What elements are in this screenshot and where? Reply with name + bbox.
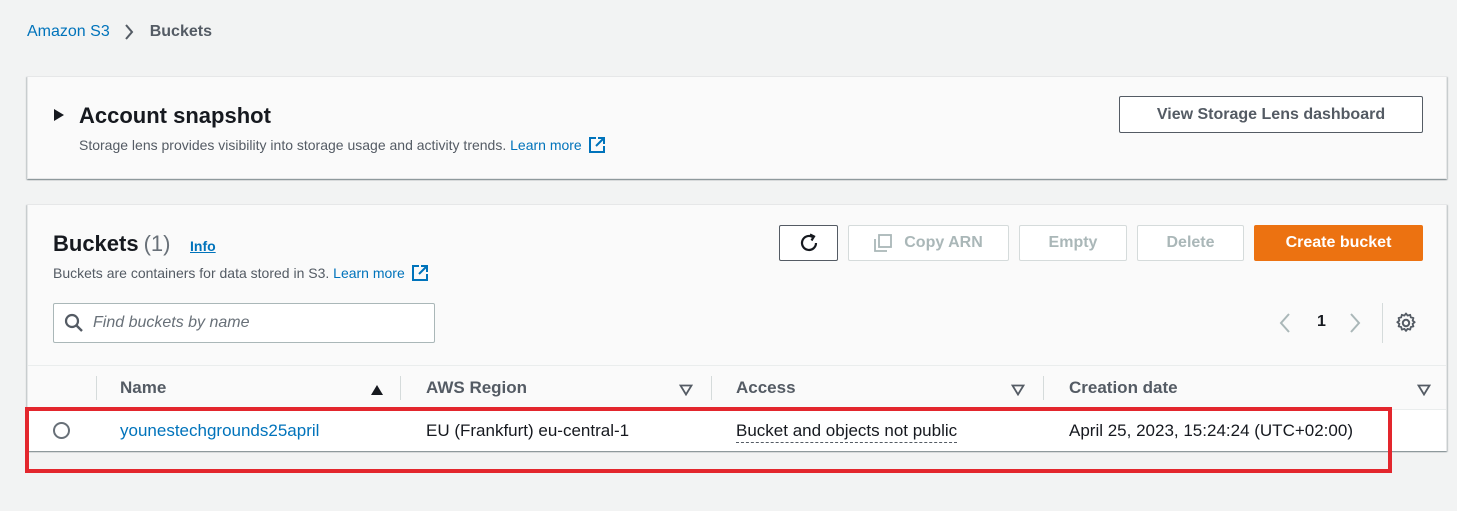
account-snapshot-description: Storage lens provides visibility into st… bbox=[79, 136, 606, 154]
expand-caret-icon[interactable] bbox=[53, 108, 67, 124]
copy-icon bbox=[874, 234, 893, 252]
refresh-icon bbox=[800, 233, 817, 252]
external-link-icon[interactable] bbox=[588, 136, 606, 154]
empty-button[interactable]: Empty bbox=[1019, 225, 1127, 261]
column-header-name[interactable]: Name bbox=[120, 378, 166, 398]
create-bucket-button[interactable]: Create bucket bbox=[1254, 225, 1423, 261]
buckets-description-text: Buckets are containers for data stored i… bbox=[53, 265, 330, 281]
buckets-count: (1) bbox=[143, 231, 171, 256]
search-input[interactable] bbox=[93, 314, 413, 332]
chevron-right-icon bbox=[124, 21, 136, 43]
pager-divider bbox=[1382, 303, 1383, 343]
snapshot-description-text: Storage lens provides visibility into st… bbox=[79, 137, 507, 153]
breadcrumb-amazon-s3[interactable]: Amazon S3 bbox=[27, 23, 110, 41]
search-icon bbox=[64, 313, 83, 332]
sort-ascending-icon[interactable] bbox=[370, 383, 384, 395]
buckets-title: Buckets (1) bbox=[53, 231, 170, 257]
buckets-panel: Buckets (1) Info Buckets are containers f… bbox=[27, 204, 1447, 451]
breadcrumb-current: Buckets bbox=[149, 23, 212, 40]
bucket-region: EU (Frankfurt) eu-central-1 bbox=[426, 421, 630, 440]
account-snapshot-panel: Account snapshot Storage lens provides v… bbox=[27, 76, 1447, 179]
column-divider bbox=[711, 376, 712, 400]
column-header-region[interactable]: AWS Region bbox=[426, 378, 527, 398]
buckets-learn-more-link[interactable]: Learn more bbox=[333, 265, 405, 281]
table-row[interactable]: younestechgrounds25april EU (Frankfurt) … bbox=[28, 410, 1446, 451]
row-select-radio[interactable] bbox=[53, 422, 70, 439]
bucket-access[interactable]: Bucket and objects not public bbox=[736, 421, 958, 443]
buckets-description: Buckets are containers for data stored i… bbox=[53, 264, 429, 282]
refresh-button[interactable] bbox=[779, 225, 838, 261]
breadcrumb: Amazon S3 Buckets bbox=[27, 21, 212, 43]
column-divider bbox=[1043, 376, 1044, 400]
sort-caret-icon[interactable] bbox=[678, 383, 694, 397]
column-divider bbox=[96, 376, 97, 400]
table-header: Name AWS Region Access Creation date bbox=[28, 365, 1446, 410]
previous-page-icon[interactable] bbox=[1278, 309, 1298, 337]
page-number[interactable]: 1 bbox=[1317, 313, 1326, 331]
copy-arn-button[interactable]: Copy ARN bbox=[848, 225, 1009, 261]
bucket-name-link[interactable]: younestechgrounds25april bbox=[120, 421, 319, 441]
column-divider bbox=[400, 376, 401, 400]
delete-button[interactable]: Delete bbox=[1137, 225, 1244, 261]
view-storage-lens-button[interactable]: View Storage Lens dashboard bbox=[1119, 96, 1423, 133]
bucket-creation-date: April 25, 2023, 15:24:24 (UTC+02:00) bbox=[1069, 421, 1353, 440]
sort-caret-icon[interactable] bbox=[1010, 383, 1026, 397]
gear-icon[interactable] bbox=[1395, 312, 1417, 334]
external-link-icon[interactable] bbox=[411, 264, 429, 282]
sort-caret-icon[interactable] bbox=[1416, 383, 1432, 397]
account-snapshot-title[interactable]: Account snapshot bbox=[79, 103, 271, 129]
column-header-access[interactable]: Access bbox=[736, 378, 796, 398]
next-page-icon[interactable] bbox=[1348, 309, 1368, 337]
copy-arn-label: Copy ARN bbox=[904, 234, 983, 251]
snapshot-learn-more-link[interactable]: Learn more bbox=[510, 137, 582, 153]
column-header-created[interactable]: Creation date bbox=[1069, 378, 1178, 398]
buckets-info-link[interactable]: Info bbox=[190, 238, 216, 254]
search-field[interactable] bbox=[53, 303, 435, 343]
buckets-title-text: Buckets bbox=[53, 231, 139, 256]
